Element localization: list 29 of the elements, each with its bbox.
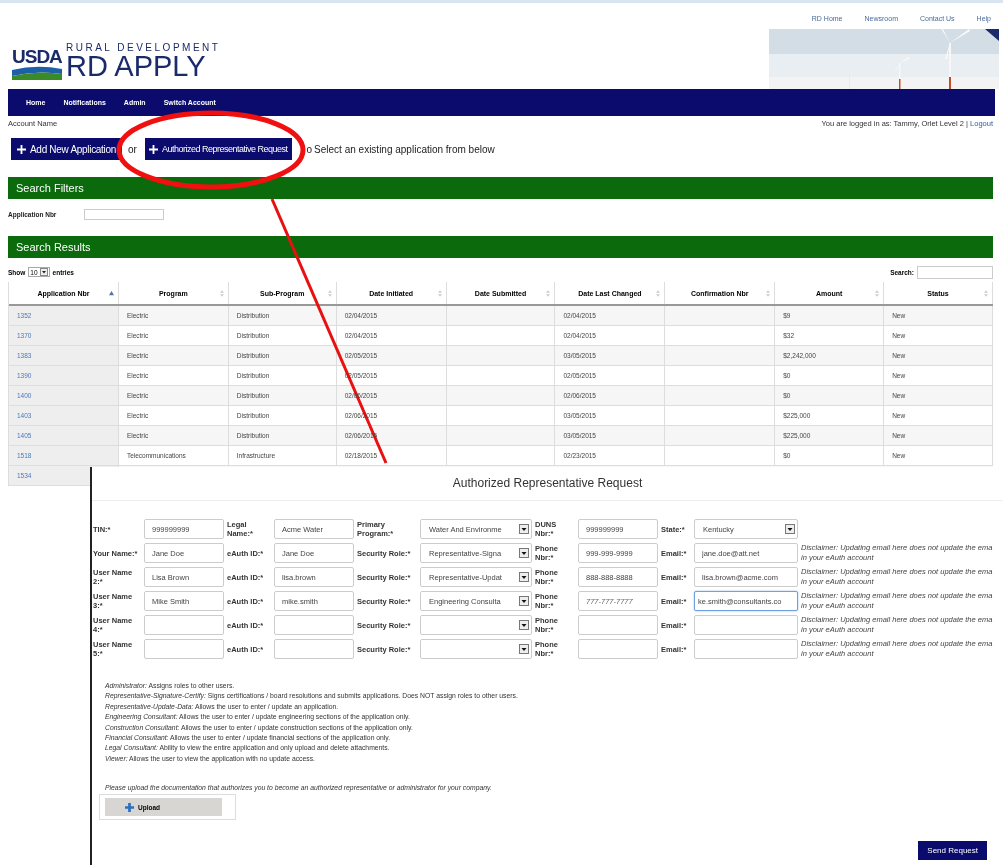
text-field[interactable] (578, 639, 658, 659)
action-button[interactable]: Authorized Representative Request (144, 138, 292, 160)
text-field[interactable] (144, 639, 224, 659)
send-request-button[interactable]: Send Request (918, 841, 987, 860)
text-field[interactable] (578, 615, 658, 635)
select-field[interactable] (420, 639, 532, 659)
plus-icon (148, 144, 158, 154)
plus-icon (17, 144, 26, 154)
section-header: Search Results (8, 236, 993, 258)
agency-logo-text: USDA (12, 48, 62, 66)
select-field[interactable] (420, 615, 532, 635)
text-field[interactable] (694, 639, 798, 659)
filter-input[interactable] (84, 209, 165, 220)
action-text: or (128, 143, 137, 155)
action-text: o (306, 143, 313, 155)
dropdown-arrow-icon (39, 268, 48, 276)
logo-title: RD APPLY (66, 53, 206, 80)
search-field[interactable] (917, 265, 993, 279)
field-swoosh-icon (12, 66, 62, 80)
text-field[interactable] (274, 615, 354, 635)
logo-subtitle: RURAL DEVELOPMENT (66, 42, 221, 53)
plus-icon (125, 802, 134, 812)
text-field[interactable] (274, 639, 354, 659)
section-header: Search Filters (8, 177, 993, 199)
action-button[interactable]: Add New Application (11, 138, 123, 160)
text-field[interactable] (694, 615, 798, 635)
action-text: Select an existing application from below (314, 143, 495, 155)
modal-title: Authorized Representative Request (92, 467, 1003, 501)
text-field[interactable] (144, 615, 224, 635)
